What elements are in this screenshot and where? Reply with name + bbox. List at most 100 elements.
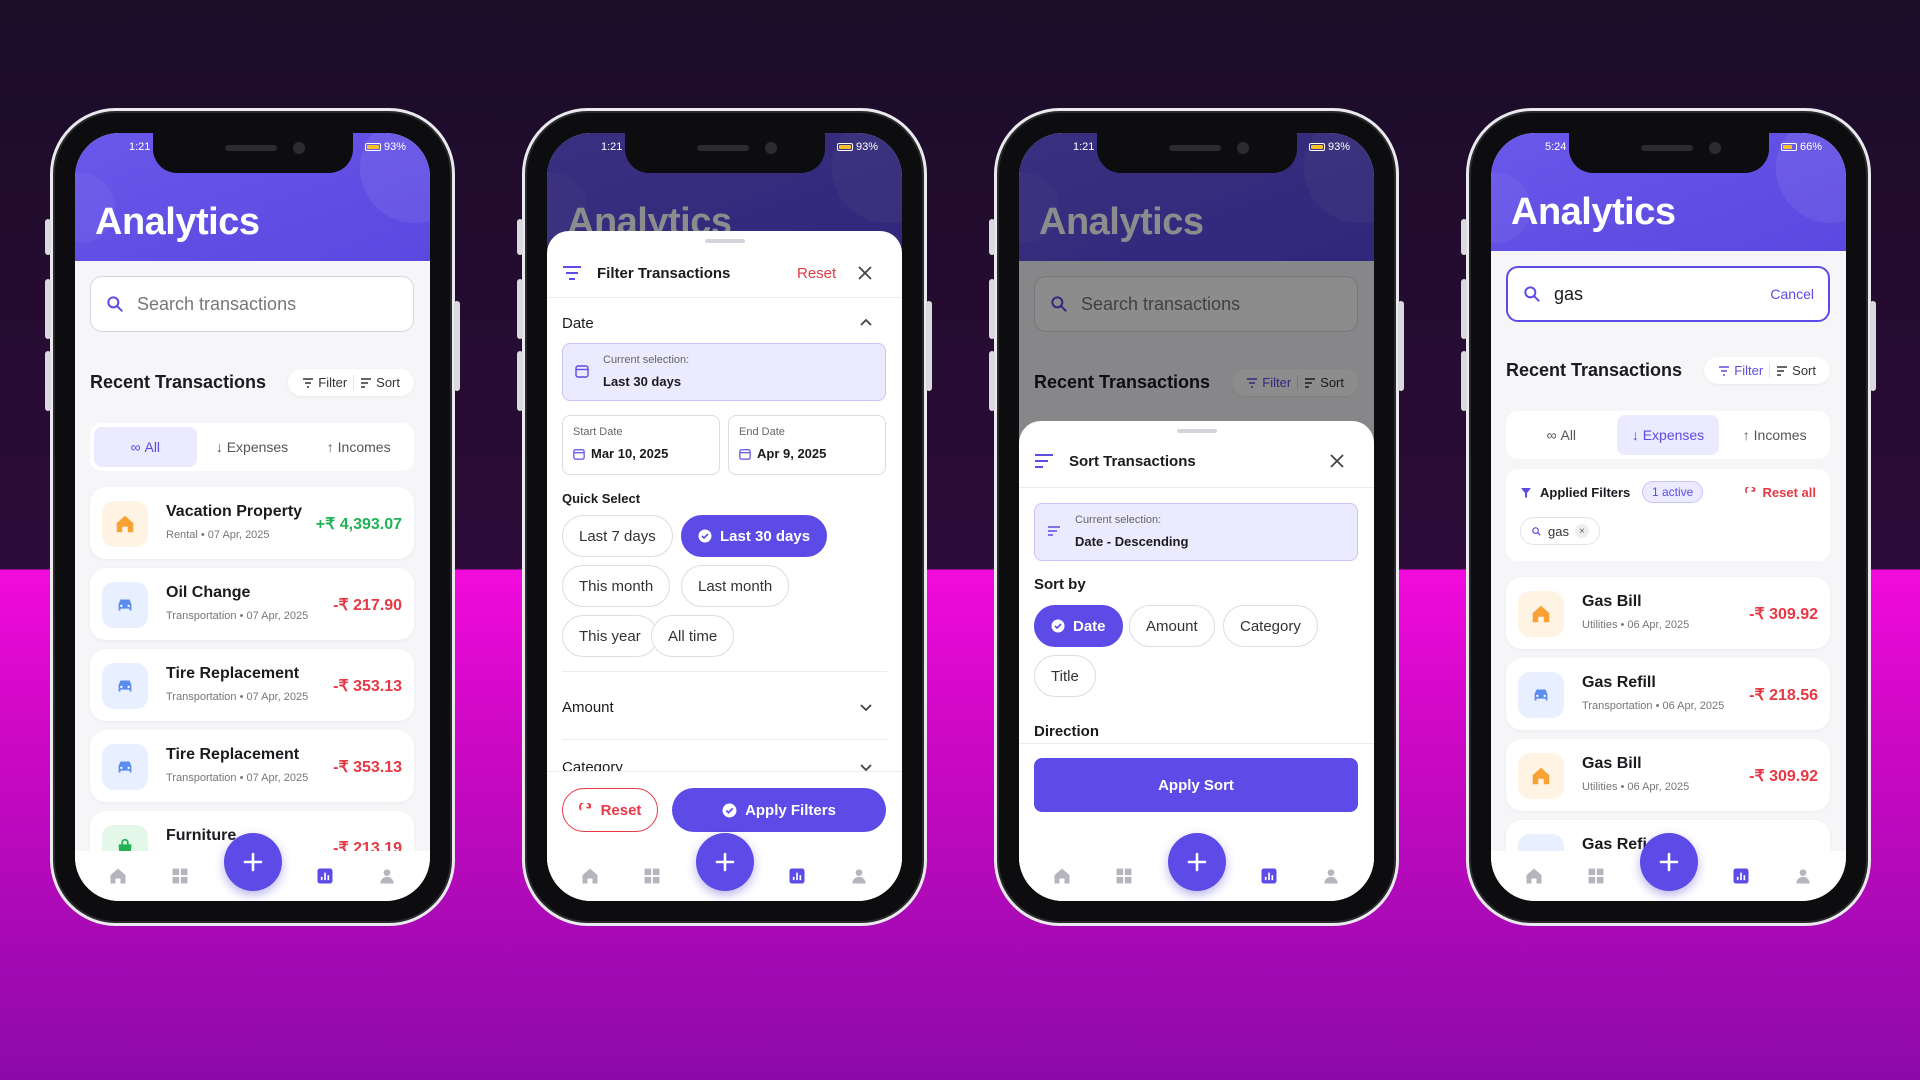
analytics-nav-icon[interactable] — [1259, 866, 1279, 886]
close-icon[interactable] — [857, 265, 873, 281]
side-button — [1398, 301, 1404, 391]
home-nav-icon[interactable] — [1052, 866, 1072, 886]
filter-sort-group: Filter Sort — [1704, 357, 1830, 384]
reset-link[interactable]: Reset — [797, 265, 836, 282]
transaction-row[interactable]: Vacation Property Rental • 07 Apr, 2025 … — [90, 487, 414, 559]
search-filter-chip[interactable]: gas × — [1520, 517, 1600, 545]
profile-nav-icon[interactable] — [377, 866, 397, 886]
transaction-row[interactable]: Tire Replacement Transportation • 07 Apr… — [90, 649, 414, 721]
cancel-button[interactable]: Cancel — [1770, 286, 1828, 302]
tab-all[interactable]: ∞ All — [1510, 415, 1613, 455]
type-tabs: ∞ All ↓ Expenses ↑ Incomes — [90, 423, 414, 471]
chip-last-30-days[interactable]: Last 30 days — [681, 515, 828, 557]
filter-button[interactable]: Filter — [296, 375, 353, 390]
side-button — [517, 279, 523, 339]
filter-chip-label: gas — [1548, 523, 1569, 539]
page-title: Analytics — [95, 201, 260, 243]
chevron-up-icon[interactable] — [859, 317, 873, 327]
quick-select-label: Quick Select — [562, 491, 641, 506]
profile-nav-icon[interactable] — [849, 866, 869, 886]
analytics-nav-icon[interactable] — [315, 866, 335, 886]
transaction-amount: -₹ 353.13 — [333, 759, 402, 776]
transaction-row[interactable]: Oil Change Transportation • 07 Apr, 2025… — [90, 568, 414, 640]
tab-incomes[interactable]: ↑ Incomes — [307, 427, 410, 467]
home-nav-icon[interactable] — [108, 866, 128, 886]
calendar-icon — [575, 365, 589, 378]
tab-expenses[interactable]: ↓ Expenses — [201, 427, 304, 467]
transaction-row[interactable]: Gas Refill Transportation • 06 Apr, 2025… — [1506, 658, 1830, 730]
divider — [547, 297, 902, 298]
screen: Analytics 1:21 93% Search transactions R… — [1019, 133, 1374, 901]
grid-nav-icon[interactable] — [642, 866, 662, 886]
tab-all[interactable]: ∞ All — [94, 427, 197, 467]
reset-button[interactable]: Reset — [562, 788, 658, 832]
tab-expenses[interactable]: ↓ Expenses — [1616, 415, 1720, 455]
remove-chip-icon[interactable]: × — [1574, 524, 1589, 538]
grid-nav-icon[interactable] — [1114, 866, 1134, 886]
sort-button[interactable]: Sort — [353, 375, 406, 390]
start-date-field[interactable]: Start Date Mar 10, 2025 — [562, 415, 720, 475]
battery-icon — [364, 143, 381, 151]
chevron-down-icon[interactable] — [859, 703, 873, 713]
transaction-row[interactable]: Gas Bill Utilities • 06 Apr, 2025 -₹ 309… — [1506, 739, 1830, 811]
chip-last-7-days[interactable]: Last 7 days — [562, 515, 673, 557]
add-transaction-button[interactable] — [695, 833, 754, 891]
sort-option-amount[interactable]: Amount — [1129, 605, 1215, 647]
tab-label: Incomes — [337, 439, 391, 455]
filter-icon — [1719, 365, 1730, 376]
search-input[interactable]: Search transactions — [90, 276, 414, 332]
sort-label: Sort — [1792, 363, 1816, 378]
analytics-nav-icon[interactable] — [787, 866, 807, 886]
filter-button[interactable]: Filter — [1712, 363, 1769, 378]
add-transaction-button[interactable] — [1639, 833, 1698, 891]
plus-icon — [1659, 852, 1678, 872]
side-button — [989, 219, 995, 255]
battery-icon — [836, 143, 853, 151]
funnel-icon — [1521, 488, 1531, 498]
sheet-handle[interactable] — [1176, 429, 1217, 433]
sort-icon — [1035, 454, 1053, 468]
chip-this-month[interactable]: This month — [562, 565, 671, 607]
grid-nav-icon[interactable] — [1586, 866, 1606, 886]
car-icon — [102, 582, 148, 628]
search-icon — [1524, 286, 1540, 302]
home-nav-icon[interactable] — [580, 866, 600, 886]
home-nav-icon[interactable] — [1524, 866, 1544, 886]
car-icon — [102, 744, 148, 790]
apply-filters-button[interactable]: Apply Filters — [672, 788, 886, 832]
profile-nav-icon[interactable] — [1321, 866, 1341, 886]
apply-sort-button[interactable]: Apply Sort — [1034, 758, 1358, 812]
transaction-amount: -₹ 353.13 — [333, 678, 402, 695]
transaction-name: Furniture — [166, 827, 237, 844]
plus-icon — [243, 852, 262, 872]
sort-button[interactable]: Sort — [1769, 363, 1822, 378]
car-icon — [1518, 672, 1564, 718]
add-transaction-button[interactable] — [1167, 833, 1226, 891]
chip-all-time[interactable]: All time — [651, 615, 735, 657]
transaction-row[interactable]: Gas Bill Utilities • 06 Apr, 2025 -₹ 309… — [1506, 577, 1830, 649]
sort-option-title[interactable]: Title — [1034, 655, 1096, 697]
amount-section-title[interactable]: Amount — [562, 699, 614, 716]
add-transaction-button[interactable] — [223, 833, 282, 891]
reset-all-button[interactable]: Reset all — [1744, 485, 1816, 500]
chip-this-year[interactable]: This year — [562, 615, 658, 657]
date-section-title[interactable]: Date — [562, 315, 594, 332]
tab-label: Expenses — [1642, 427, 1705, 443]
chip-last-month[interactable]: Last month — [681, 565, 790, 607]
close-icon[interactable] — [1329, 453, 1345, 469]
section-title: Recent Transactions — [1506, 360, 1683, 380]
sort-option-category[interactable]: Category — [1223, 605, 1318, 647]
grid-nav-icon[interactable] — [170, 866, 190, 886]
sheet-handle[interactable] — [704, 239, 745, 243]
profile-nav-icon[interactable] — [1793, 866, 1813, 886]
refresh-icon — [1744, 486, 1755, 493]
end-date-field[interactable]: End Date Apr 9, 2025 — [728, 415, 886, 475]
screen: Analytics 1:21 93% Filter Transactions R… — [547, 133, 902, 901]
search-input[interactable]: gas Cancel — [1506, 266, 1830, 322]
analytics-nav-icon[interactable] — [1731, 866, 1751, 886]
filter-sheet: Filter Transactions Reset Date Current s… — [547, 231, 902, 901]
transaction-row[interactable]: Tire Replacement Transportation • 07 Apr… — [90, 730, 414, 802]
sort-option-date[interactable]: Date — [1034, 605, 1123, 647]
reset-all-label: Reset all — [1762, 485, 1816, 500]
tab-incomes[interactable]: ↑ Incomes — [1723, 415, 1826, 455]
